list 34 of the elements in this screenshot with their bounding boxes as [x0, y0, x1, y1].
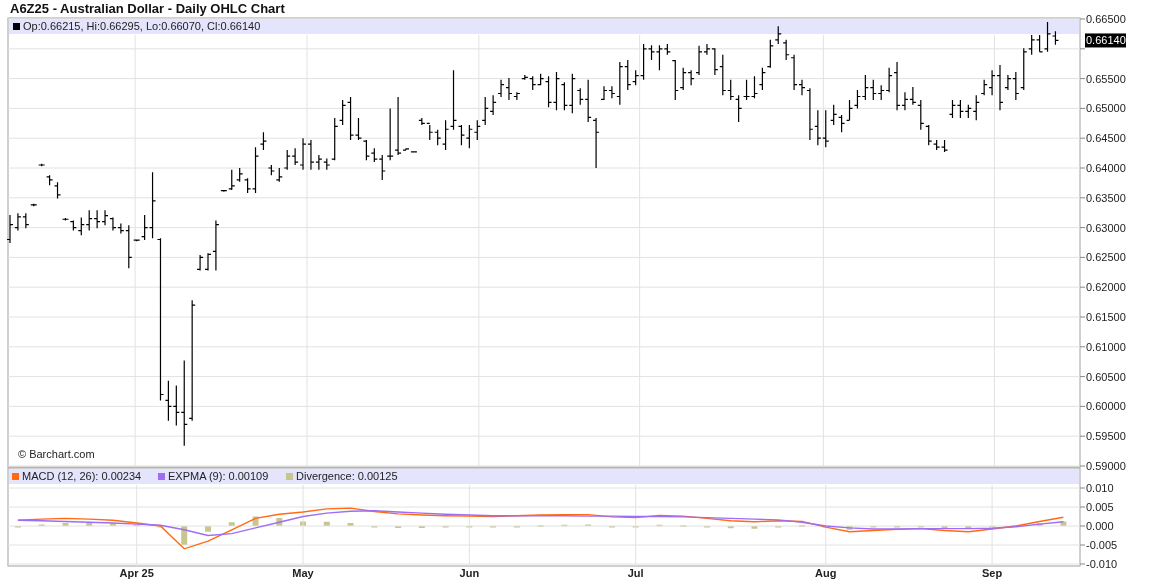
axis-label: 0.65000 — [1086, 102, 1126, 115]
axis-label: Apr 25 — [119, 567, 154, 579]
axis-label: -0.010 — [1086, 558, 1118, 570]
axis-label: 0.59000 — [1086, 460, 1126, 472]
legend-label: Divergence: 0.00125 — [296, 470, 398, 482]
axis-label: 0.62000 — [1086, 281, 1126, 294]
axis-label: 0.65500 — [1086, 72, 1126, 85]
legend-swatch — [13, 23, 20, 30]
axis-label: 0.60000 — [1086, 400, 1126, 413]
axis-label: 0.61000 — [1086, 340, 1126, 353]
axis-label: 0.60500 — [1086, 370, 1126, 383]
axis-label: Aug — [815, 567, 837, 579]
axis-label: Jun — [459, 567, 480, 579]
ohlc-readout: Op:0.66215, Hi:0.66295, Lo:0.66070, Cl:0.66140 — [23, 20, 261, 32]
axis-label: Sep — [982, 567, 1003, 579]
axis-label: 0.63000 — [1086, 221, 1126, 234]
legend-label: MACD (12, 26): 0.00234 — [22, 470, 142, 482]
axis-label: 0.62500 — [1086, 251, 1126, 264]
axis-label: 0.000 — [1086, 520, 1114, 532]
axis-label: 0.010 — [1086, 482, 1114, 494]
axis-label: 0.64000 — [1086, 162, 1126, 174]
axis-label: 0.64500 — [1086, 132, 1126, 145]
last-price-label: 0.66140 — [1085, 33, 1126, 48]
axis-label: 0.005 — [1086, 501, 1114, 513]
axis-label: 0.66500 — [1086, 13, 1126, 25]
copyright-text: © Barchart.com — [18, 448, 95, 460]
chart-title: A6Z25 - Australian Dollar - Daily OHLC Chart — [10, 1, 285, 16]
axis-label: 0.63500 — [1086, 191, 1126, 204]
axis-label: Jul — [627, 567, 644, 579]
axis-label: 0.61500 — [1086, 311, 1126, 323]
axis-label: May — [292, 567, 314, 579]
legend-label: EXPMA (9): 0.00109 — [168, 470, 269, 482]
axis-label: -0.005 — [1086, 539, 1118, 551]
axis-label: 0.59500 — [1086, 430, 1126, 443]
